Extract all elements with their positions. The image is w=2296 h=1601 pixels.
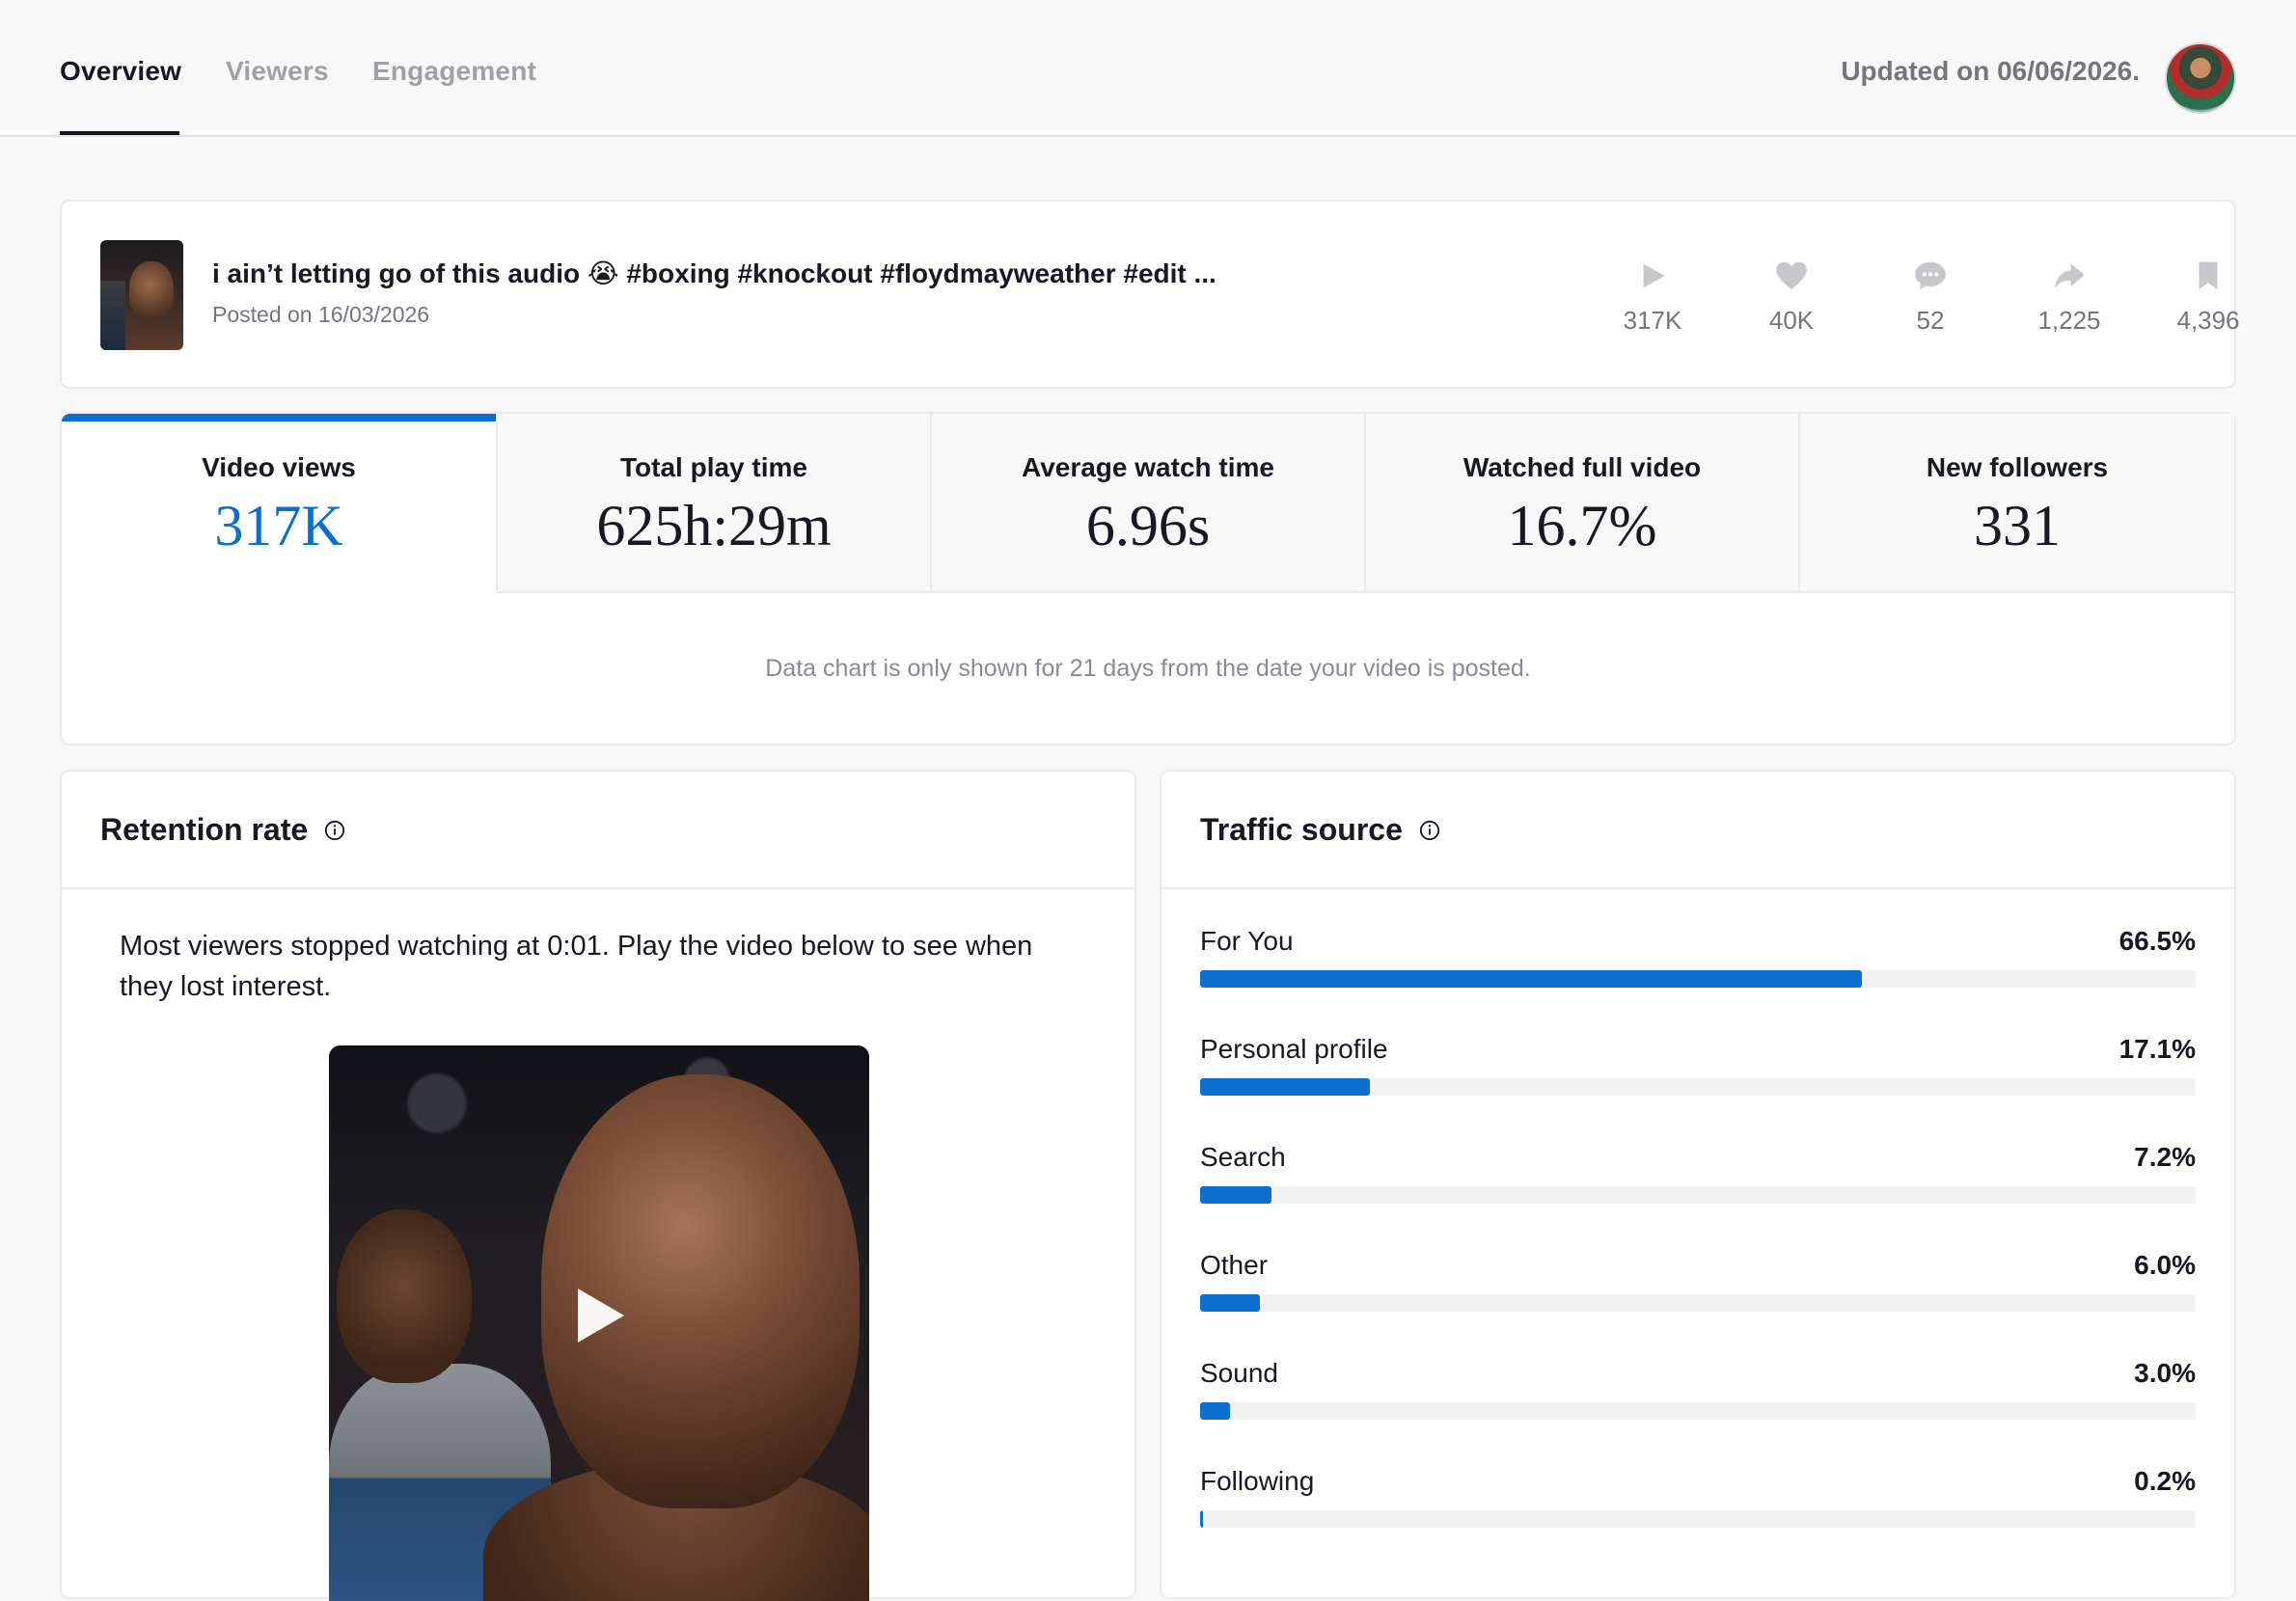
metric-label: Total play time — [620, 452, 807, 482]
avatar[interactable] — [2165, 42, 2236, 114]
saves-stat: 4,396 — [2155, 258, 2261, 336]
metric-label: New followers — [1926, 452, 2109, 482]
traffic-source-bar-track — [1200, 1510, 2196, 1528]
traffic-source-row: Following 0.2% — [1200, 1466, 2196, 1553]
shares-count: 1,225 — [2037, 306, 2101, 335]
bookmark-icon — [2199, 261, 2218, 290]
share-icon — [2054, 263, 2085, 289]
traffic-header: Traffic source — [1162, 772, 2234, 889]
traffic-source-card: Traffic source For You 66.5% Personal prof… — [1160, 770, 2236, 1599]
traffic-source-percent: 66.5% — [2118, 926, 2196, 956]
retention-header: Retention rate — [62, 772, 1134, 889]
play-icon[interactable] — [578, 1289, 624, 1343]
traffic-source-bar-fill — [1200, 1294, 1260, 1312]
traffic-source-bar-track — [1200, 1402, 2196, 1420]
traffic-title: Traffic source — [1200, 812, 1403, 847]
metric-value: 317K — [214, 494, 343, 557]
views-count: 317K — [1623, 306, 1682, 335]
info-icon[interactable] — [1419, 820, 1440, 841]
shares-stat: 1,225 — [2016, 258, 2122, 336]
metric-watched-full-video[interactable]: Watched full video 16.7% — [1364, 414, 1798, 593]
traffic-source-bar-fill — [1200, 1078, 1371, 1096]
retention-title: Retention rate — [100, 812, 309, 847]
video-info-card: i ain’t letting go of this audio 😭 #boxi… — [60, 200, 2240, 389]
metric-active-indicator — [62, 414, 496, 421]
traffic-source-bar-fill — [1200, 970, 1863, 988]
metrics-card: Video views 317K Total play time 625h:29… — [60, 412, 2236, 746]
metric-value: 625h:29m — [596, 494, 832, 557]
comments-stat: 52 — [1877, 258, 1983, 336]
video-player[interactable] — [329, 1045, 869, 1601]
traffic-source-name: Other — [1200, 1250, 1269, 1280]
traffic-source-bar-track — [1200, 1294, 2196, 1312]
thumbnail-face — [129, 261, 174, 319]
retention-description: Most viewers stopped watching at 0:01. P… — [120, 931, 1033, 1002]
metric-total-play-time[interactable]: Total play time 625h:29m — [496, 414, 930, 593]
video-posted-date: Posted on 16/03/2026 — [212, 302, 430, 327]
traffic-source-percent: 6.0% — [2134, 1250, 2196, 1280]
player-face-left — [337, 1209, 472, 1383]
metric-label: Average watch time — [1022, 452, 1274, 482]
traffic-source-bar-track — [1200, 1186, 2196, 1204]
traffic-source-row: Personal profile 17.1% — [1200, 1034, 2196, 1121]
updated-timestamp: Updated on 06/06/2026. — [1841, 56, 2140, 86]
info-icon[interactable] — [324, 820, 345, 841]
traffic-source-row: For You 66.5% — [1200, 926, 2196, 1013]
traffic-source-name: Sound — [1200, 1358, 1278, 1388]
traffic-source-name: Following — [1200, 1466, 1315, 1496]
traffic-source-name: For You — [1200, 926, 1294, 956]
likes-count: 40K — [1768, 306, 1815, 335]
traffic-source-row: Search 7.2% — [1200, 1142, 2196, 1229]
tab-engagement[interactable]: Engagement — [372, 56, 536, 87]
active-tab-indicator — [60, 131, 179, 135]
saves-count: 4,396 — [2176, 306, 2240, 335]
traffic-source-bar-fill — [1200, 1186, 1272, 1204]
metric-average-watch-time[interactable]: Average watch time 6.96s — [930, 414, 1364, 593]
metric-label: Watched full video — [1462, 452, 1702, 482]
metric-video-views[interactable]: Video views 317K — [62, 414, 496, 593]
traffic-source-row: Other 6.0% — [1200, 1250, 2196, 1337]
metric-new-followers[interactable]: New followers 331 — [1798, 414, 2234, 593]
traffic-source-percent: 17.1% — [2118, 1034, 2196, 1064]
traffic-source-bar-fill — [1200, 1510, 1203, 1528]
traffic-source-bar-track — [1200, 1078, 2196, 1096]
views-stat: 317K — [1599, 258, 1706, 336]
traffic-source-bar-track — [1200, 970, 2196, 988]
video-thumbnail[interactable] — [100, 240, 183, 350]
traffic-source-bar-fill — [1200, 1402, 1230, 1420]
metric-value: 331 — [1974, 494, 2061, 557]
retention-card: Retention rate Most viewers stopped watc… — [60, 770, 1136, 1601]
traffic-source-name: Personal profile — [1200, 1034, 1388, 1064]
traffic-source-name: Search — [1200, 1142, 1286, 1172]
comment-icon — [1915, 261, 1946, 290]
top-nav: Overview Viewers Engagement Updated on 0… — [0, 8, 2296, 137]
comments-count: 52 — [1916, 306, 1945, 335]
traffic-source-percent: 0.2% — [2134, 1466, 2196, 1496]
metric-value: 16.7% — [1507, 494, 1657, 557]
traffic-source-percent: 3.0% — [2134, 1358, 2196, 1388]
heart-icon — [1776, 261, 1807, 290]
tab-overview[interactable]: Overview — [60, 56, 181, 87]
play-icon — [1643, 263, 1665, 288]
metric-label: Video views — [202, 452, 356, 482]
likes-stat: 40K — [1738, 258, 1845, 336]
thumbnail-figure — [100, 281, 125, 350]
chart-note: Data chart is only shown for 21 days fro… — [765, 655, 1531, 682]
video-title: i ain’t letting go of this audio 😭 #boxi… — [212, 258, 1216, 288]
traffic-source-row: Sound 3.0% — [1200, 1358, 2196, 1445]
tab-viewers[interactable]: Viewers — [226, 56, 329, 87]
traffic-source-percent: 7.2% — [2134, 1142, 2196, 1172]
metric-value: 6.96s — [1085, 494, 1211, 557]
